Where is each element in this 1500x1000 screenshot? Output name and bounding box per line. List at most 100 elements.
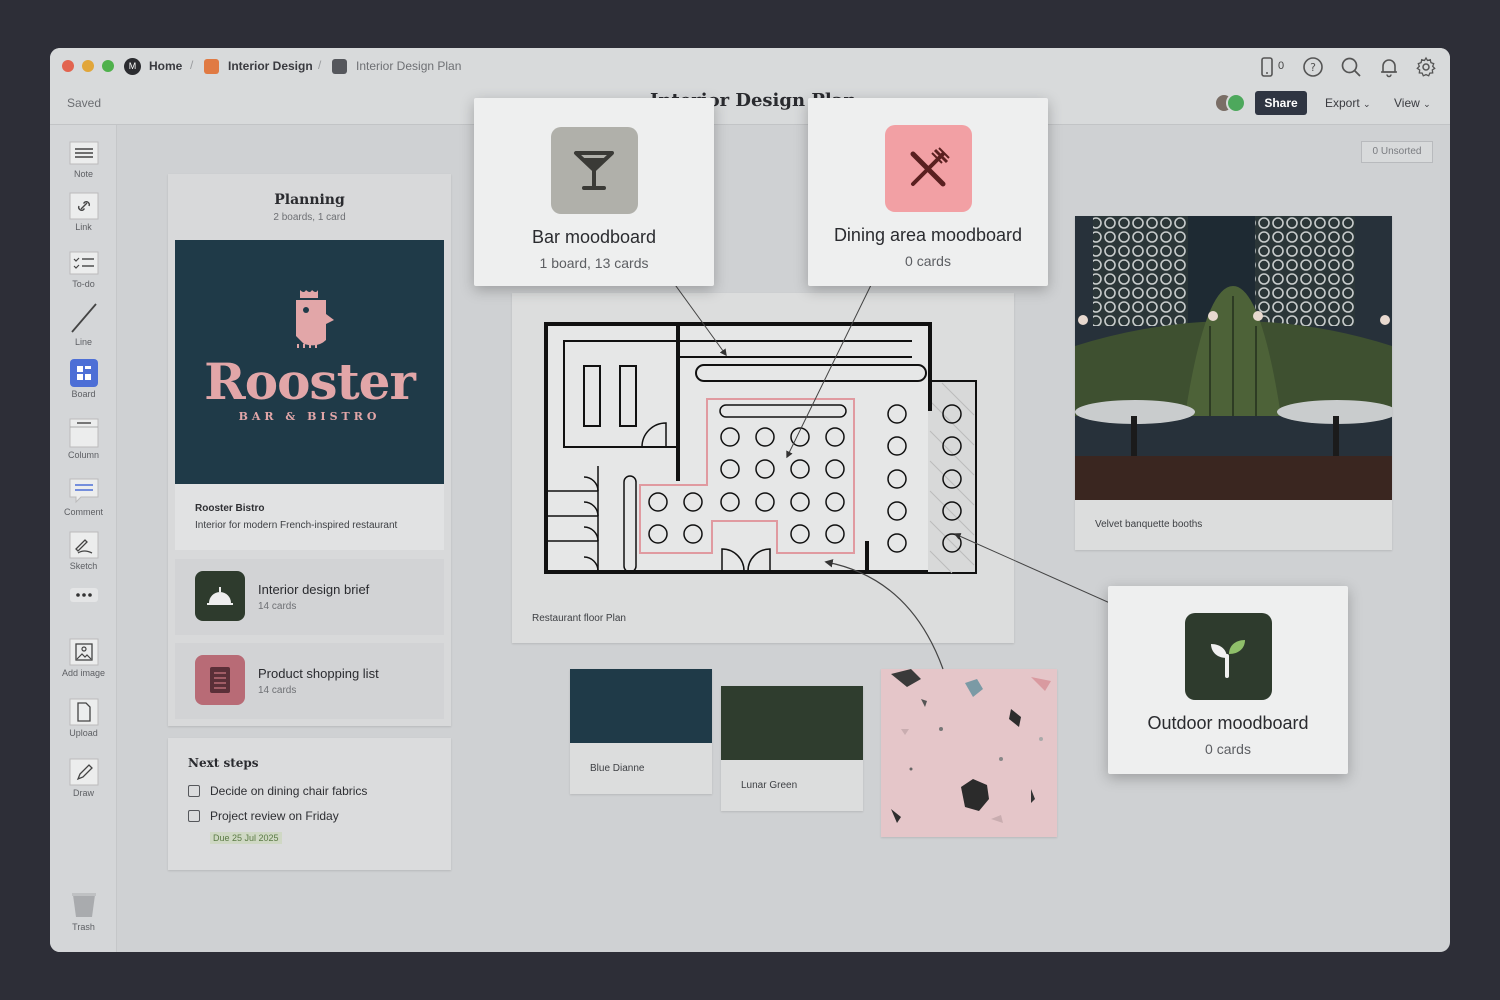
tool-comment[interactable]: Comment bbox=[50, 477, 117, 517]
floor-plan-card[interactable]: Restaurant floor Plan bbox=[512, 293, 1014, 643]
tool-draw[interactable]: Draw bbox=[50, 758, 117, 798]
trash-button[interactable]: Trash bbox=[50, 890, 117, 932]
note-icon bbox=[69, 141, 98, 165]
app-window: M Home / Interior Design / Interior Desi… bbox=[50, 48, 1450, 952]
breadcrumb-home[interactable]: Home bbox=[149, 59, 182, 73]
due-date-badge[interactable]: Due 25 Jul 2025 bbox=[210, 832, 282, 844]
help-icon[interactable]: ? bbox=[1302, 56, 1324, 78]
interior-design-plan-board-icon bbox=[332, 59, 347, 74]
terrazzo-image-card[interactable] bbox=[881, 669, 1057, 837]
shopping-board-icon bbox=[195, 655, 245, 705]
comment-icon bbox=[69, 478, 98, 504]
dining-board-count: 0 cards bbox=[905, 253, 951, 269]
tool-line[interactable]: Line bbox=[50, 301, 117, 347]
pencil-icon bbox=[69, 758, 98, 786]
todo-checkbox[interactable] bbox=[188, 785, 200, 797]
color-swatch-blue-dianne[interactable]: Blue Dianne bbox=[570, 669, 712, 794]
tool-label: Column bbox=[67, 450, 99, 460]
tool-board[interactable]: Board bbox=[50, 359, 117, 399]
todo-title: Next steps bbox=[188, 756, 259, 770]
bar-board-count: 1 board, 13 cards bbox=[539, 255, 649, 271]
notifications-bell-icon[interactable] bbox=[1378, 56, 1400, 78]
export-label: Export bbox=[1325, 96, 1360, 110]
tool-link[interactable]: Link bbox=[50, 192, 117, 232]
banquette-photo-caption: Velvet banquette booths bbox=[1095, 519, 1203, 530]
board-link-product-shopping-list[interactable]: Product shopping list 14 cards bbox=[175, 643, 444, 719]
dining-area-moodboard-card[interactable]: Dining area moodboard 0 cards bbox=[808, 98, 1048, 286]
bar-board-title: Bar moodboard bbox=[531, 227, 657, 247]
more-tools-button[interactable] bbox=[50, 585, 117, 605]
top-bar: M Home / Interior Design / Interior Desi… bbox=[50, 48, 1450, 125]
close-window-button[interactable] bbox=[62, 60, 74, 72]
breadcrumb-current-board[interactable]: Interior Design Plan bbox=[356, 59, 461, 73]
more-dots-icon bbox=[69, 588, 98, 602]
outdoor-moodboard-card[interactable]: Outdoor moodboard 0 cards bbox=[1108, 586, 1348, 774]
tool-column[interactable]: Column bbox=[50, 418, 117, 460]
swatch-color-lunar-green bbox=[721, 686, 863, 760]
view-menu-button[interactable]: View ⌄ bbox=[1394, 96, 1431, 110]
tool-label: Link bbox=[75, 222, 92, 232]
tool-label: Board bbox=[71, 389, 96, 399]
lamp-icon bbox=[207, 587, 233, 605]
tool-label: Line bbox=[74, 337, 92, 347]
banquette-photo bbox=[1075, 216, 1392, 500]
floor-plan-drawing bbox=[544, 322, 977, 574]
swatch-name: Lunar Green bbox=[741, 780, 798, 791]
upload-file-icon bbox=[69, 698, 98, 726]
svg-text:?: ? bbox=[1310, 61, 1316, 74]
swatch-color-blue-dianne bbox=[570, 669, 712, 743]
color-swatch-lunar-green[interactable]: Lunar Green bbox=[721, 686, 863, 811]
todo-checkbox[interactable] bbox=[188, 810, 200, 822]
maximize-window-button[interactable] bbox=[102, 60, 114, 72]
tool-label: Comment bbox=[63, 507, 103, 517]
board-link-interior-design-brief[interactable]: Interior design brief 14 cards bbox=[175, 559, 444, 635]
tool-label: Sketch bbox=[69, 561, 98, 571]
image-icon bbox=[69, 638, 98, 666]
planning-title: Planning bbox=[274, 192, 345, 208]
link-icon bbox=[69, 192, 98, 220]
banquette-photo-card[interactable]: Velvet banquette booths bbox=[1075, 216, 1392, 550]
swatch-name: Blue Dianne bbox=[590, 763, 645, 774]
breadcrumb-separator: / bbox=[318, 58, 322, 72]
rooster-card-title: Rooster Bistro bbox=[195, 503, 265, 514]
rooster-card-description: Interior for modern French-inspired rest… bbox=[195, 520, 398, 531]
tool-note[interactable]: Note bbox=[50, 139, 117, 179]
tool-todo[interactable]: To-do bbox=[50, 249, 117, 289]
rooster-logo-subtext: BAR & BISTRO bbox=[238, 410, 381, 423]
next-steps-todo[interactable]: Next steps Decide on dining chair fabric… bbox=[168, 738, 451, 870]
tool-label: Note bbox=[73, 169, 93, 179]
tool-upload[interactable]: Upload bbox=[50, 698, 117, 738]
shopping-board-count: 14 cards bbox=[258, 685, 297, 696]
rooster-emblem-icon bbox=[296, 290, 334, 348]
chevron-down-icon: ⌄ bbox=[1363, 99, 1371, 109]
export-menu-button[interactable]: Export ⌄ bbox=[1325, 96, 1371, 110]
list-icon bbox=[210, 667, 230, 693]
app-logo-icon[interactable]: M bbox=[124, 58, 141, 75]
planning-column[interactable]: Planning 2 boards, 1 card Rooster BAR & … bbox=[168, 174, 451, 726]
outdoor-board-icon bbox=[1184, 613, 1272, 700]
view-label: View bbox=[1394, 96, 1420, 110]
minimize-window-button[interactable] bbox=[82, 60, 94, 72]
dining-board-icon bbox=[884, 125, 972, 212]
search-icon[interactable] bbox=[1340, 56, 1362, 78]
todo-icon bbox=[69, 251, 98, 275]
breadcrumb-interior-design[interactable]: Interior Design bbox=[228, 59, 313, 73]
plant-sprout-icon bbox=[1211, 639, 1245, 678]
shopping-board-title: Product shopping list bbox=[258, 666, 379, 681]
settings-gear-icon[interactable] bbox=[1415, 56, 1437, 78]
tool-label: Upload bbox=[69, 728, 98, 738]
rooster-logo-card[interactable]: Rooster BAR & BISTRO Rooster Bistro Inte… bbox=[175, 240, 444, 550]
unsorted-badge[interactable]: 0 Unsorted bbox=[1361, 141, 1433, 163]
floor-plan-caption: Restaurant floor Plan bbox=[532, 613, 626, 624]
bar-board-icon bbox=[550, 127, 638, 214]
collaborator-avatar[interactable] bbox=[1226, 93, 1246, 113]
device-count: 0 bbox=[1278, 60, 1285, 72]
tool-sketch[interactable]: Sketch bbox=[50, 531, 117, 571]
fork-knife-icon bbox=[910, 146, 950, 186]
share-button[interactable]: Share bbox=[1255, 91, 1307, 115]
tool-add-image[interactable]: Add image bbox=[50, 638, 117, 678]
device-icon[interactable] bbox=[1256, 56, 1278, 78]
rooster-logo-text: Rooster bbox=[204, 352, 416, 411]
bar-moodboard-card[interactable]: Bar moodboard 1 board, 13 cards bbox=[474, 98, 714, 286]
tool-label: Trash bbox=[72, 922, 95, 932]
